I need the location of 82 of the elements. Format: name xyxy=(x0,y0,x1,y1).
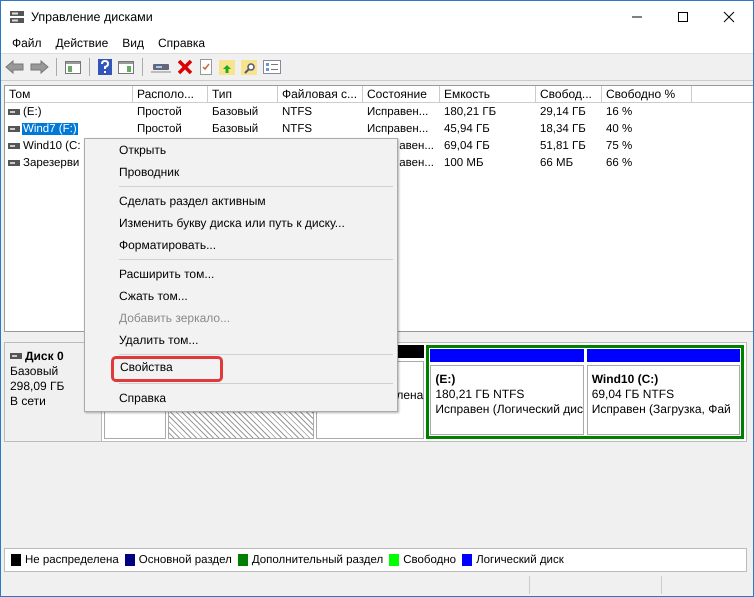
disk-size: 298,09 ГБ xyxy=(10,379,66,393)
partition-status: Исправен (Загрузка, Фай xyxy=(592,402,732,416)
window-title: Управление дисками xyxy=(31,10,153,24)
context-menu-item[interactable]: Расширить том... xyxy=(87,263,395,285)
context-menu-item[interactable]: Сжать том... xyxy=(87,285,395,307)
legend-label: Свободно xyxy=(403,554,456,566)
volume-name[interactable]: (E:) xyxy=(22,106,43,118)
legend-label: Логический диск xyxy=(476,554,564,566)
back-arrow-icon[interactable] xyxy=(5,59,25,75)
context-menu-item[interactable]: Удалить том... xyxy=(87,329,395,351)
column-header[interactable]: Состояние xyxy=(363,86,440,103)
forward-arrow-icon[interactable] xyxy=(29,59,49,75)
legend-label: Дополнительный раздел xyxy=(252,554,384,566)
table-cell: авен... xyxy=(399,156,434,168)
table-cell: NTFS xyxy=(282,106,312,118)
table-cell: 66 % xyxy=(606,156,632,168)
legend-label: Не распределена xyxy=(25,554,119,566)
column-header[interactable]: Свободно % xyxy=(602,86,692,103)
delete-icon[interactable] xyxy=(176,58,194,76)
table-cell: NTFS xyxy=(282,122,312,134)
partition-size: 180,21 ГБ NTFS xyxy=(435,387,526,401)
partition-name: Wind10 (C:) xyxy=(592,372,660,386)
column-header[interactable]: Располо... xyxy=(133,86,208,103)
table-cell: 100 МБ xyxy=(444,156,484,168)
context-menu-item[interactable]: Справка xyxy=(87,387,395,409)
close-icon[interactable] xyxy=(723,10,735,22)
logical-partition-box[interactable]: Wind10 (C:) 69,04 ГБ NTFS Исправен (Загрузка, Фай xyxy=(586,365,740,435)
volume-icon xyxy=(8,108,20,114)
disk-name: Диск 0 xyxy=(25,349,64,363)
column-header[interactable]: Тип xyxy=(208,86,278,103)
table-cell: 75 % xyxy=(606,140,632,152)
column-header[interactable]: Свобод... xyxy=(536,86,602,103)
disk-status: В сети xyxy=(10,394,47,408)
folder-search-icon[interactable] xyxy=(240,58,258,76)
context-menu-item[interactable]: Открыть xyxy=(87,139,395,161)
volume-icon xyxy=(8,126,20,132)
table-cell: Базовый xyxy=(212,122,258,134)
context-menu-item[interactable]: Свойства xyxy=(111,356,223,382)
table-cell: 69,04 ГБ xyxy=(444,140,490,152)
context-menu-item[interactable]: Сделать раздел активным xyxy=(87,190,395,212)
table-cell: Базовый xyxy=(212,106,258,118)
table-cell: 180,21 ГБ xyxy=(444,106,496,118)
menu-item[interactable]: Справка xyxy=(151,36,212,50)
context-menu-item[interactable]: Проводник xyxy=(87,161,395,183)
table-cell: Простой xyxy=(137,106,182,118)
volume-name[interactable]: Зарезерви xyxy=(22,156,80,168)
volume-icon xyxy=(8,142,20,148)
column-header[interactable]: Емкость xyxy=(440,86,536,103)
table-cell: Исправен... xyxy=(367,122,428,134)
volume-icon xyxy=(8,160,20,166)
disk-app-icon xyxy=(9,10,25,24)
partition-size: 69,04 ГБ NTFS xyxy=(592,387,676,401)
logical-partition-box[interactable]: (E:) 180,21 ГБ NTFS Исправен (Логический дис xyxy=(430,365,584,435)
menu-item[interactable]: Файл xyxy=(5,36,49,50)
console-tree-icon[interactable] xyxy=(64,59,82,75)
menu-item[interactable]: Вид xyxy=(115,36,151,50)
checked-document-icon[interactable] xyxy=(198,58,214,76)
table-cell: Исправен... xyxy=(367,106,428,118)
table-cell: 18,34 ГБ xyxy=(540,122,586,134)
legend-label: Основной раздел xyxy=(138,554,232,566)
table-cell: 40 % xyxy=(606,122,632,134)
menu-item[interactable]: Действие xyxy=(48,36,116,50)
partition-name: (E:) xyxy=(435,372,456,386)
table-cell: 45,94 ГБ xyxy=(444,122,490,134)
checklist-icon[interactable] xyxy=(262,59,282,75)
volume-name[interactable]: Wind7 (F:) xyxy=(22,122,78,134)
table-cell: авен... xyxy=(399,140,434,152)
table-cell: 29,14 ГБ xyxy=(540,106,586,118)
table-cell: Простой xyxy=(137,122,182,134)
table-cell: 16 % xyxy=(606,106,632,118)
context-menu-item[interactable]: Форматировать... xyxy=(87,234,395,256)
help-icon[interactable] xyxy=(97,58,113,76)
disk-type: Базовый xyxy=(10,364,60,378)
column-header[interactable]: Файловая с... xyxy=(278,86,363,103)
table-cell: 66 МБ xyxy=(540,156,574,168)
table-cell: 51,81 ГБ xyxy=(540,140,586,152)
column-header[interactable]: Том xyxy=(5,86,133,103)
partition-label: лена xyxy=(396,388,424,404)
maximize-icon[interactable] xyxy=(677,10,689,22)
action-pane-icon[interactable] xyxy=(117,59,135,75)
context-menu-item[interactable]: Изменить букву диска или путь к диску... xyxy=(87,212,395,234)
volume-name[interactable]: Wind10 (C: xyxy=(22,140,82,152)
